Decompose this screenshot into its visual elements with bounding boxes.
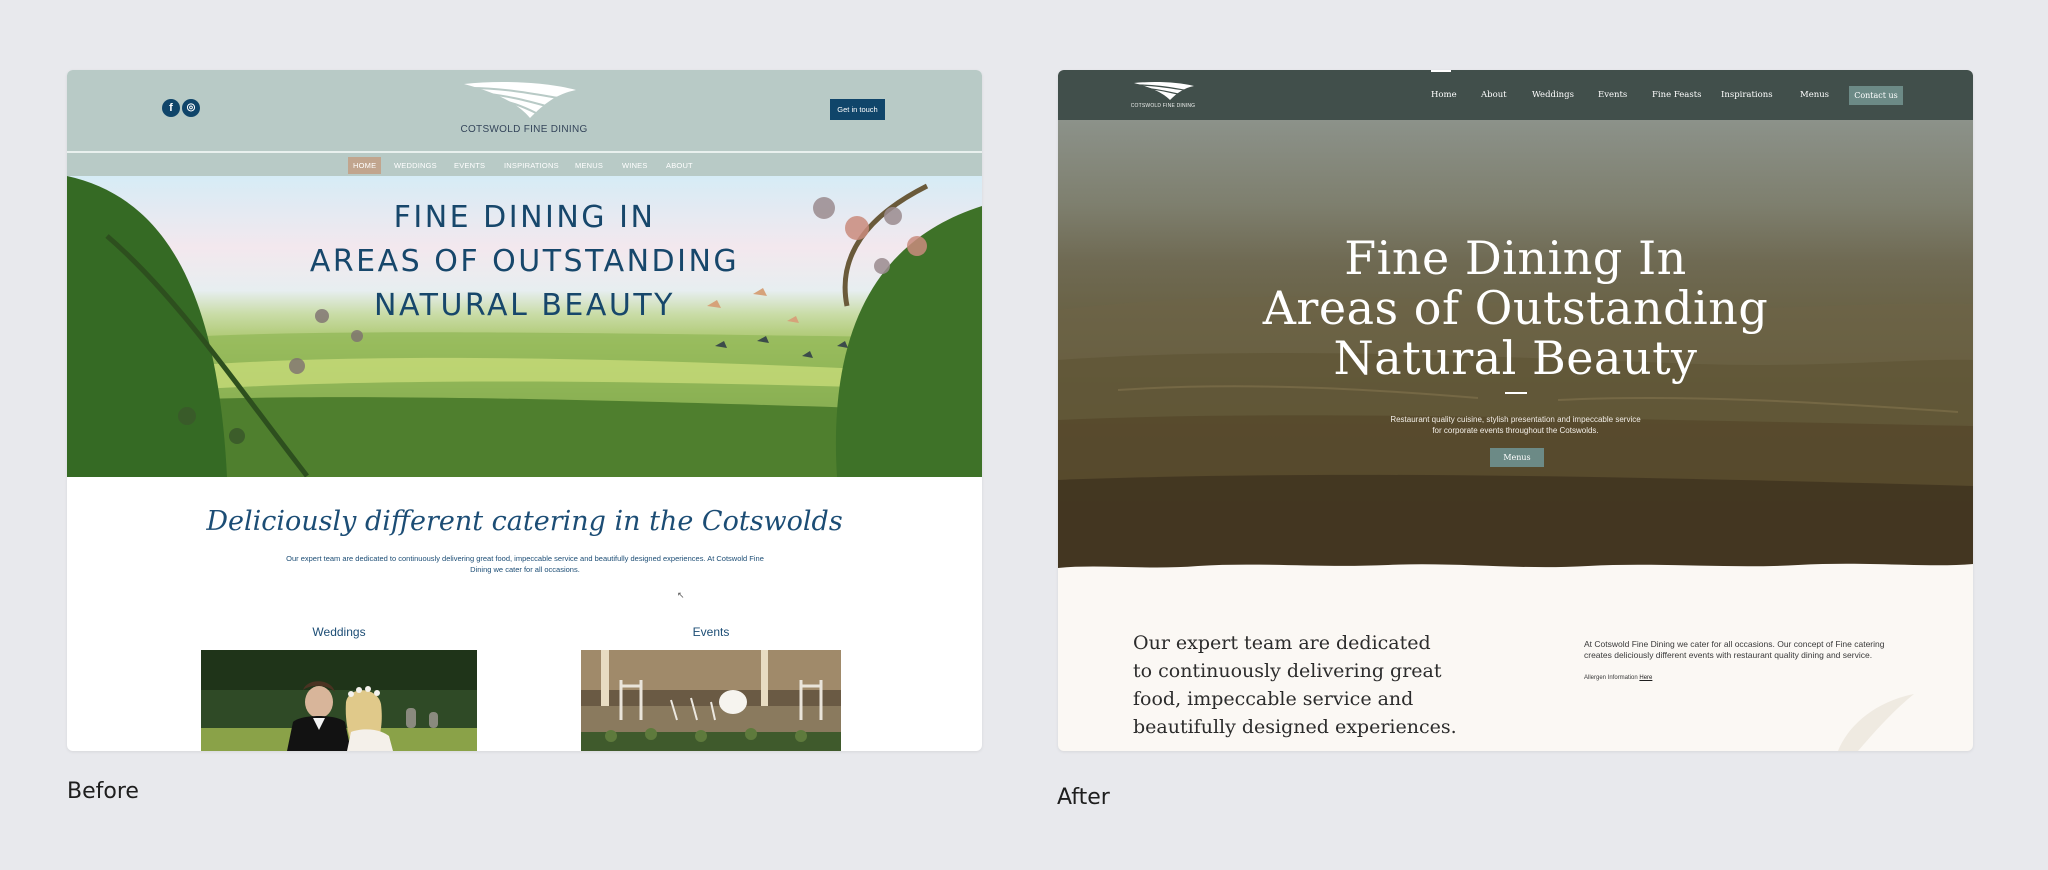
nav-item-about[interactable]: About [1481, 90, 1507, 100]
card-title-events[interactable]: Events [581, 625, 841, 639]
after-screenshot: COTSWOLD FINE DINING Home About Weddings… [1058, 70, 1973, 751]
nav-item-weddings[interactable]: WEDDINGS [389, 157, 442, 174]
after-header: COTSWOLD FINE DINING Home About Weddings… [1058, 70, 1973, 120]
hero-divider [1505, 392, 1527, 394]
hero-title-line: Natural Beauty [1333, 331, 1698, 385]
events-photo[interactable] [581, 650, 841, 751]
nav-item-inspirations[interactable]: INSPIRATIONS [499, 157, 564, 174]
hero-title-line: NATURAL BEAUTY [374, 288, 675, 323]
before-header: f ◎ COTSWOLD FINE DINING Get in touch [67, 70, 982, 151]
feather-watermark-icon [1838, 694, 1914, 751]
hero-title-line: Fine Dining In [1344, 231, 1687, 285]
intro-paragraph: Our expert team are dedicated to continu… [286, 554, 764, 574]
hero-title-line: Areas of Outstanding [1262, 281, 1769, 335]
lead-statement-line: beautifully designed experiences. [1133, 716, 1457, 738]
allergen-link[interactable]: Here [1639, 675, 1652, 681]
nav-item-home[interactable]: Home [1431, 90, 1457, 100]
lead-statement-line: Our expert team are dedicated [1133, 632, 1431, 654]
nav-item-inspirations[interactable]: Inspirations [1721, 90, 1773, 100]
nav-item-events[interactable]: Events [1598, 90, 1627, 100]
caption-before: Before [67, 779, 139, 804]
section-tagline: Deliciously different catering in the Co… [206, 506, 843, 537]
nav-item-weddings[interactable]: Weddings [1532, 90, 1574, 100]
lead-statement-line: food, impeccable service and [1133, 688, 1414, 710]
hero-title-line: AREAS OF OUTSTANDING [309, 244, 740, 279]
nav-item-about[interactable]: ABOUT [661, 157, 698, 174]
lead-statement-line: to continuously delivering great [1133, 660, 1442, 682]
active-page-indicator [1431, 70, 1451, 72]
side-paragraph-line: creates deliciously different events wit… [1584, 650, 1873, 660]
nav-item-home[interactable]: HOME [348, 157, 382, 174]
side-paragraph-line: At Cotswold Fine Dining we cater for all… [1584, 639, 1885, 649]
logo-text[interactable]: COTSWOLD FINE DINING [407, 124, 641, 135]
before-screenshot: f ◎ COTSWOLD FINE DINING Get in touch HO… [67, 70, 982, 751]
hero-subtitle-line: Restaurant quality cuisine, stylish pres… [1390, 415, 1641, 424]
nav-item-fine-feasts[interactable]: Fine Feasts [1652, 90, 1702, 100]
before-hero-banner: FINE DINING IN AREAS OF OUTSTANDING NATU… [67, 176, 982, 477]
after-hero-banner: Fine Dining In Areas of Outstanding Natu… [1058, 120, 1973, 591]
mouse-cursor-icon: ↖ [677, 590, 685, 600]
card-title-weddings[interactable]: Weddings [201, 625, 477, 639]
logo-wings-icon[interactable] [460, 78, 580, 122]
contact-us-button[interactable]: Contact us [1849, 86, 1903, 105]
nav-item-menus[interactable]: Menus [1800, 90, 1829, 100]
allergen-info: Allergen Information Here [1584, 675, 1652, 681]
logo-wings-icon[interactable] [1132, 80, 1196, 102]
get-in-touch-button[interactable]: Get in touch [830, 99, 885, 120]
nav-item-wines[interactable]: WINES [617, 157, 653, 174]
instagram-icon[interactable]: ◎ [182, 99, 200, 117]
allergen-label: Allergen Information [1584, 675, 1638, 681]
menus-button[interactable]: Menus [1490, 448, 1544, 467]
logo-text[interactable]: COTSWOLD FINE DINING [1118, 103, 1208, 109]
facebook-icon[interactable]: f [162, 99, 180, 117]
events-photo-image [581, 650, 841, 751]
hero-title-line: FINE DINING IN [393, 200, 656, 235]
weddings-photo-image [201, 650, 477, 751]
nav-item-events[interactable]: EVENTS [449, 157, 490, 174]
before-main-nav: HOME WEDDINGS EVENTS INSPIRATIONS MENUS … [67, 151, 982, 176]
weddings-photo[interactable] [201, 650, 477, 751]
nav-item-menus[interactable]: MENUS [570, 157, 608, 174]
hero-subtitle-line: for corporate events throughout the Cots… [1432, 426, 1599, 435]
caption-after: After [1057, 785, 1110, 810]
